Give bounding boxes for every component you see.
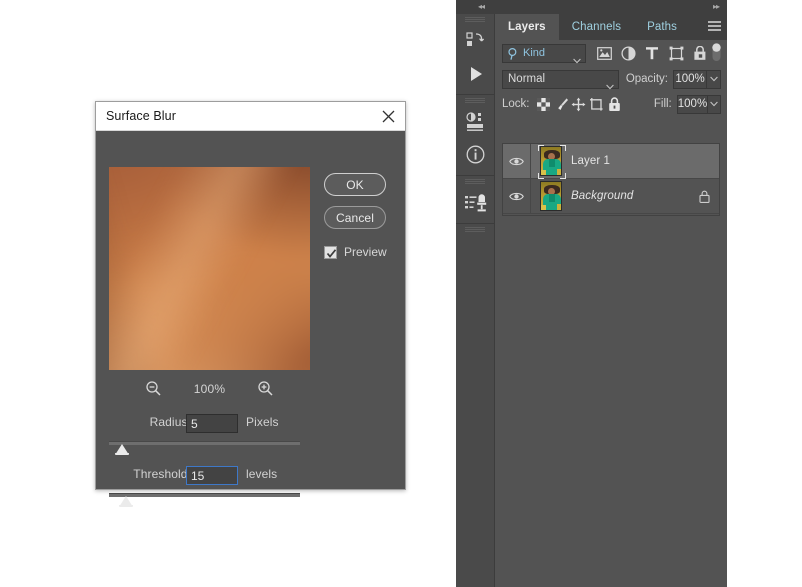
double-chevron-left-icon[interactable]: ◂◂ bbox=[478, 3, 485, 11]
layer-name[interactable]: Layer 1 bbox=[571, 155, 610, 167]
panel-dock-topbar: ◂◂ ▸▸ bbox=[456, 0, 727, 14]
eye-icon[interactable] bbox=[503, 178, 531, 214]
tab-channels[interactable]: Channels bbox=[559, 14, 634, 40]
layer-name[interactable]: Background bbox=[571, 190, 633, 202]
lock-row: Lock: Fill: 100% bbox=[495, 92, 727, 116]
threshold-slider[interactable] bbox=[109, 489, 300, 511]
lock-all-icon[interactable] bbox=[605, 94, 623, 114]
photoshop-panel-dock: ◂◂ ▸▸ Layers Channels Paths Kind Normal … bbox=[456, 0, 727, 587]
play-icon[interactable] bbox=[456, 57, 495, 90]
table-row[interactable]: Background bbox=[503, 178, 719, 214]
rail-group-tool-presets bbox=[456, 176, 494, 224]
layer-thumbnail bbox=[540, 146, 562, 176]
type-layer-filter-icon[interactable] bbox=[640, 42, 664, 64]
threshold-label: Threshold: bbox=[133, 467, 191, 481]
rail-grip[interactable] bbox=[465, 98, 485, 103]
radius-input[interactable] bbox=[186, 414, 238, 433]
radius-unit-label: Pixels bbox=[246, 415, 279, 429]
eye-icon[interactable] bbox=[503, 143, 531, 179]
panel-tab-bar: Layers Channels Paths bbox=[495, 14, 727, 40]
fill-stepper-caret[interactable] bbox=[708, 94, 721, 114]
rail-group-extra bbox=[456, 224, 494, 238]
panel-icon-rail bbox=[456, 14, 495, 587]
tab-paths[interactable]: Paths bbox=[634, 14, 690, 40]
rail-group-adjustments bbox=[456, 95, 494, 176]
info-icon[interactable] bbox=[456, 138, 495, 171]
rail-grip[interactable] bbox=[465, 227, 485, 232]
double-chevron-right-icon[interactable]: ▸▸ bbox=[713, 3, 720, 11]
lock-transparent-pixels-icon[interactable] bbox=[535, 94, 553, 114]
dialog-titlebar: Surface Blur bbox=[96, 102, 405, 131]
radius-slider-thumb[interactable] bbox=[115, 444, 129, 455]
zoom-level-value: 100% bbox=[193, 382, 226, 396]
preview-label: Preview bbox=[344, 245, 387, 259]
search-icon bbox=[507, 47, 520, 66]
threshold-slider-track[interactable] bbox=[109, 493, 300, 497]
blur-preview-image[interactable] bbox=[109, 167, 310, 370]
radius-slider-track[interactable] bbox=[109, 441, 300, 445]
filter-toggle-switch[interactable] bbox=[711, 43, 722, 62]
adjustments-icon[interactable] bbox=[456, 105, 495, 138]
layer-thumbnail-cell[interactable] bbox=[531, 144, 571, 179]
pixel-layer-filter-icon[interactable] bbox=[592, 42, 616, 64]
rail-grip[interactable] bbox=[465, 17, 485, 22]
ok-button[interactable]: OK bbox=[324, 173, 386, 196]
lock-position-icon[interactable] bbox=[570, 94, 588, 114]
checkmark-icon bbox=[326, 248, 337, 258]
surface-blur-dialog: Surface Blur 100% Radius: 5 Pixels Thres… bbox=[95, 101, 406, 507]
fill-label: Fill: bbox=[653, 98, 672, 110]
layer-thumbnail bbox=[540, 181, 562, 211]
shape-layer-filter-icon[interactable] bbox=[664, 42, 688, 64]
panel-menu-icon[interactable] bbox=[708, 21, 721, 33]
tool-presets-icon[interactable] bbox=[456, 186, 495, 219]
lock-image-pixels-icon[interactable] bbox=[552, 94, 570, 114]
dialog-body: 100% Radius: Pixels Threshold: levels bbox=[96, 131, 405, 507]
close-icon[interactable] bbox=[371, 102, 405, 130]
blend-mode-value: Normal bbox=[508, 73, 546, 85]
preview-checkbox[interactable] bbox=[324, 245, 337, 259]
radius-slider[interactable] bbox=[109, 437, 300, 459]
opacity-stepper-caret[interactable] bbox=[707, 69, 721, 89]
cancel-button[interactable]: Cancel bbox=[324, 206, 386, 229]
layer-filter-row: Kind bbox=[495, 40, 727, 66]
actions-icon[interactable] bbox=[456, 24, 495, 57]
layer-thumbnail-cell[interactable] bbox=[531, 179, 571, 214]
preview-checkbox-row[interactable]: Preview bbox=[324, 245, 387, 259]
filter-kind-select[interactable]: Kind bbox=[502, 43, 586, 66]
layer-list: Layer 1 Background bbox=[502, 143, 720, 216]
rail-grip[interactable] bbox=[465, 179, 485, 184]
opacity-value[interactable]: 100% bbox=[673, 69, 708, 89]
preview-zoom-controls: 100% bbox=[109, 377, 310, 401]
zoom-out-icon[interactable] bbox=[145, 380, 163, 398]
lock-icon[interactable] bbox=[699, 190, 710, 208]
lock-label: Lock: bbox=[502, 98, 530, 110]
tab-layers[interactable]: Layers bbox=[495, 14, 559, 40]
table-row[interactable]: Layer 1 bbox=[503, 143, 719, 179]
filter-kind-label: Kind bbox=[523, 47, 546, 59]
empty-canvas-area bbox=[727, 0, 802, 587]
radius-label: Radius: bbox=[149, 415, 191, 429]
threshold-input[interactable] bbox=[186, 466, 238, 485]
lock-artboard-nesting-icon[interactable] bbox=[588, 94, 606, 114]
threshold-unit-label: levels bbox=[246, 467, 278, 481]
zoom-in-icon[interactable] bbox=[257, 380, 275, 398]
blend-mode-select[interactable]: Normal bbox=[502, 69, 619, 89]
adjustment-layer-filter-icon[interactable] bbox=[616, 42, 640, 64]
dialog-title: Surface Blur bbox=[106, 109, 176, 123]
threshold-slider-thumb[interactable] bbox=[119, 496, 133, 507]
layers-panel: Layers Channels Paths Kind Normal Opacit… bbox=[495, 14, 727, 587]
blend-mode-row: Normal Opacity: 100% bbox=[495, 66, 727, 92]
smart-object-filter-icon[interactable] bbox=[688, 42, 712, 64]
rail-group-actions bbox=[456, 14, 494, 95]
fill-value[interactable]: 100% bbox=[676, 94, 709, 114]
opacity-label: Opacity: bbox=[625, 73, 668, 85]
